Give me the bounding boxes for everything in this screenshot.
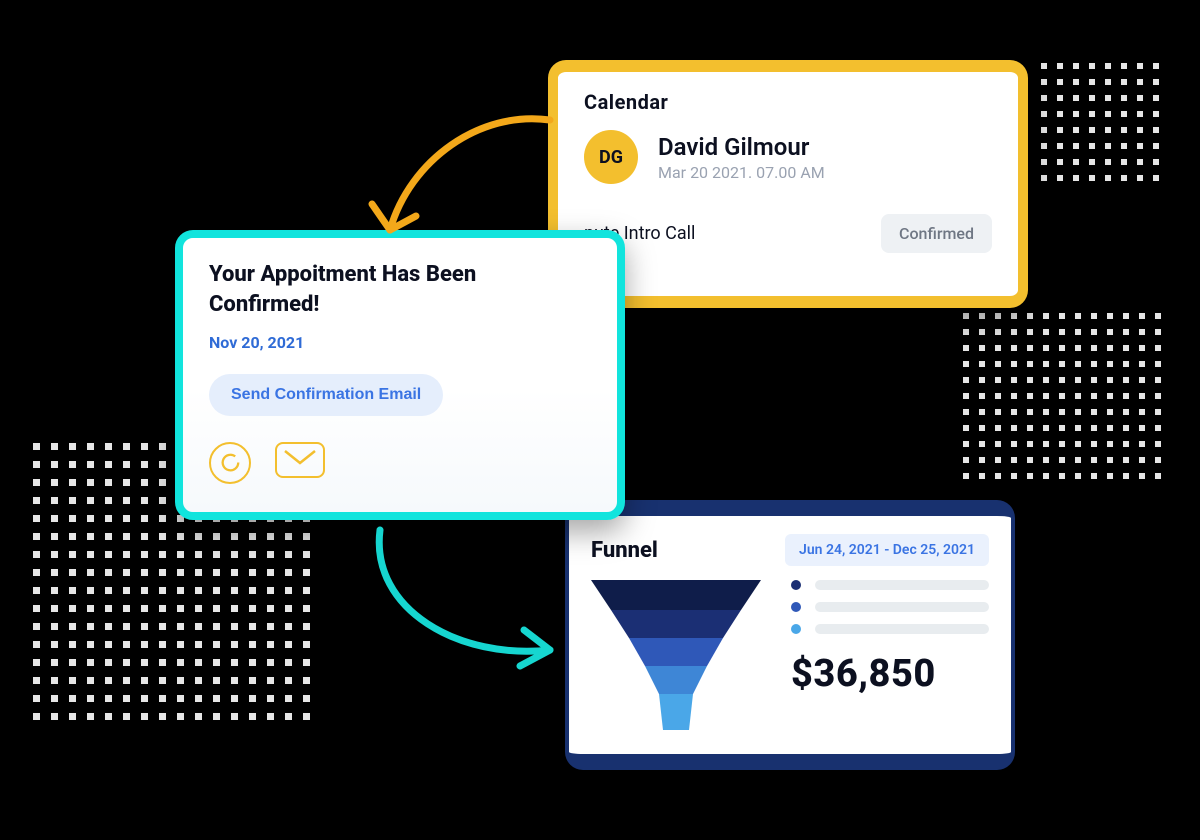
legend-item (791, 602, 989, 612)
funnel-total-value: $36,850 (791, 652, 989, 696)
legend-dot-icon (791, 624, 801, 634)
legend-item (791, 580, 989, 590)
legend-bar (815, 624, 989, 634)
funnel-card: Funnel Jun 24, 2021 - Dec 25, 2021 $3 (565, 500, 1015, 770)
status-badge: Confirmed (881, 214, 992, 253)
event-datetime: Mar 20 2021. 07.00 AM (658, 163, 825, 182)
legend-bar (815, 602, 989, 612)
legend-item (791, 624, 989, 634)
legend-dot-icon (791, 602, 801, 612)
appointment-title: Your Appoitment Has Been Confirmed! (209, 260, 591, 319)
dot-grid (1038, 60, 1168, 190)
chat-icon[interactable] (209, 442, 251, 484)
avatar: DG (584, 130, 638, 184)
arrow-icon (350, 520, 590, 690)
calendar-entry[interactable]: DG David Gilmour Mar 20 2021. 07.00 AM (584, 130, 992, 184)
calendar-title: Calendar (584, 90, 992, 114)
send-confirmation-button[interactable]: Send Confirmation Email (209, 374, 443, 416)
mail-icon[interactable] (275, 442, 325, 478)
legend-dot-icon (791, 580, 801, 590)
appointment-date: Nov 20, 2021 (209, 333, 591, 352)
contact-name: David Gilmour (658, 133, 825, 161)
dot-grid (960, 310, 1170, 480)
funnel-title: Funnel (591, 538, 658, 563)
date-range-pill[interactable]: Jun 24, 2021 - Dec 25, 2021 (785, 534, 989, 566)
funnel-chart (591, 580, 761, 740)
appointment-card: Your Appoitment Has Been Confirmed! Nov … (175, 230, 625, 520)
legend-bar (815, 580, 989, 590)
